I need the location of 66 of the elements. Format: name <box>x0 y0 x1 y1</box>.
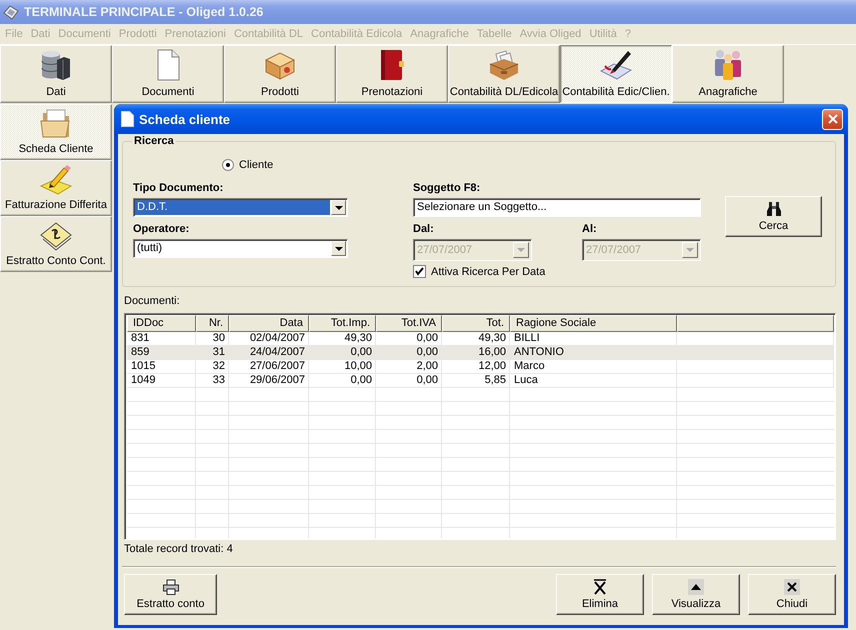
column-header[interactable]: Nr. <box>196 315 229 332</box>
radio-button[interactable] <box>222 159 234 171</box>
caret-icon <box>334 246 342 250</box>
search-button[interactable]: Cerca <box>725 196 822 237</box>
dropdown-field[interactable]: D.D.T. <box>133 198 348 217</box>
people-icon <box>712 49 744 81</box>
action-button[interactable]: Elimina <box>556 574 644 615</box>
section-label: Documenti: <box>124 295 180 308</box>
table-row[interactable]: 1015 32 27/06/2007 10,00 2,00 12,00 Marco <box>127 360 834 374</box>
field-label: Dal: <box>413 223 434 236</box>
close-button[interactable] <box>822 108 843 130</box>
record-count: Totale record trovati: 4 <box>124 543 233 556</box>
subject-field[interactable]: Selezionare un Soggetto... <box>413 198 701 217</box>
column-header[interactable]: Tot.Imp. <box>309 315 376 332</box>
radio-label: Cliente <box>239 159 274 171</box>
pen-icon <box>600 49 632 81</box>
table-row[interactable]: 1049 33 29/06/2007 0,00 0,00 5,85 Luca <box>127 374 834 388</box>
toolbar-button[interactable]: Dati <box>0 45 112 103</box>
checkbox[interactable] <box>413 265 426 278</box>
sidebar-button[interactable]: Scheda Cliente <box>0 104 112 160</box>
dialog-title: Scheda cliente <box>139 112 230 126</box>
column-header[interactable] <box>677 315 834 332</box>
action-button[interactable]: Visualizza <box>652 574 740 615</box>
column-header[interactable]: Data <box>229 315 309 332</box>
sidebar-button[interactable]: Estratto Conto Cont. <box>0 216 112 272</box>
caret-icon <box>686 248 694 252</box>
column-header[interactable]: Ragione Sociale <box>510 315 677 332</box>
column-header[interactable]: Tot. <box>442 315 510 332</box>
field-label: Tipo Documento: <box>133 182 224 195</box>
dropdown-button[interactable] <box>331 200 346 215</box>
column-header[interactable]: Tot.IVA <box>376 315 442 332</box>
toolbar-button[interactable]: Contabilità DL/Edicola <box>448 45 560 103</box>
toolbar-button[interactable]: Documenti <box>112 45 224 103</box>
pencil-icon <box>40 164 72 196</box>
dropdown-field[interactable]: (tutti) <box>133 239 348 258</box>
close-icon <box>828 114 838 124</box>
table-row[interactable]: 831 30 02/04/2007 49,30 0,00 49,30 BILLI <box>127 332 834 346</box>
toolbar-button[interactable]: Prenotazioni <box>336 45 448 103</box>
caret-icon <box>517 248 525 252</box>
checkbox-label: Attiva Ricerca Per Data <box>431 266 546 278</box>
column-header[interactable]: IDDoc <box>127 315 196 332</box>
card-box-icon <box>488 49 520 81</box>
dropdown-button[interactable] <box>331 241 346 256</box>
triangle-up-icon <box>688 579 704 595</box>
printer-icon <box>162 579 178 595</box>
table-row[interactable]: 859 31 24/04/2007 0,00 0,00 16,00 ANTONIO <box>127 346 834 360</box>
window-title: TERMINALE PRINCIPALE - Oliged 1.0.26 <box>24 5 264 19</box>
folder-icon <box>40 108 72 140</box>
toolbar-button[interactable]: Prodotti <box>224 45 336 103</box>
field-label: Operatore: <box>133 223 190 236</box>
group-title: Ricerca <box>133 135 175 148</box>
sidebar-button[interactable]: Fatturazione Differita <box>0 160 112 216</box>
document-icon <box>121 111 134 127</box>
field-label: Soggetto F8: <box>413 182 480 195</box>
cross-icon <box>592 579 608 595</box>
close-icon <box>784 579 800 595</box>
paper-icon <box>40 220 72 252</box>
database-icon <box>40 49 72 81</box>
action-button[interactable]: Estratto conto <box>124 574 217 615</box>
toolbar-button[interactable]: Contabilità Edic/Clien. <box>560 45 672 103</box>
toolbar-button[interactable]: Anagrafiche <box>672 45 784 103</box>
binoculars-icon <box>766 201 782 217</box>
field-label: Al: <box>582 223 597 236</box>
caret-icon <box>334 206 342 210</box>
app-icon <box>3 4 19 20</box>
action-button[interactable]: Chiudi <box>748 574 836 615</box>
